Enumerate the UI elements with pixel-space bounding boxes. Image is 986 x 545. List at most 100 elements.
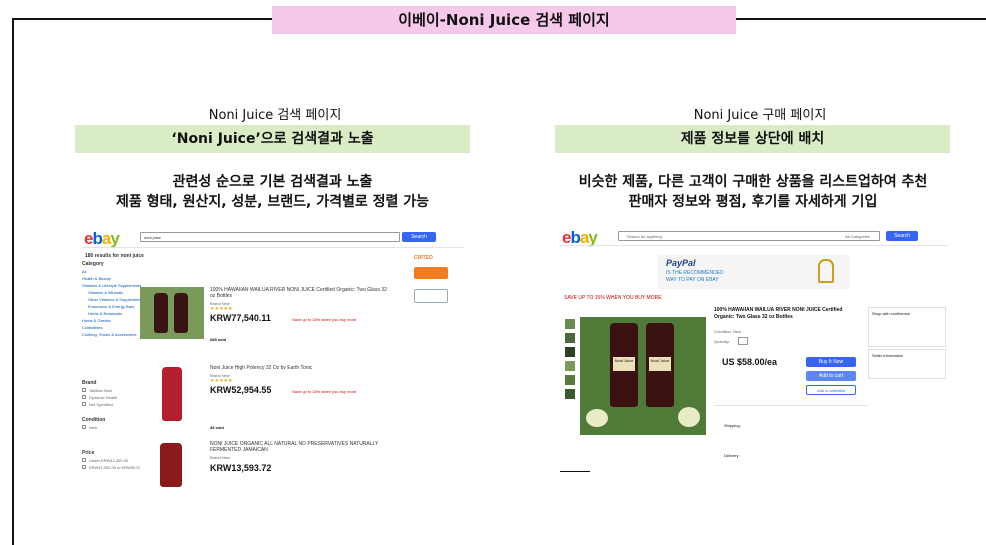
search-input[interactable]: noni juice xyxy=(140,232,400,242)
search-results-screenshot: ebay noni juice Search 180 results for n… xyxy=(82,225,464,487)
left-description: 관련성 순으로 기본 검색결과 노출 제품 형태, 원산지, 성분, 브랜드, … xyxy=(75,172,470,212)
product-price: US $58.00/ea xyxy=(722,357,778,367)
price-checkbox-1[interactable] xyxy=(82,458,86,462)
quantity-label: Quantity: xyxy=(714,339,731,344)
right-description: 비슷한 제품, 다른 고객이 구매한 상품을 리스트업하여 추천 판매자 정보와… xyxy=(548,172,958,212)
watchlist-button[interactable]: Add to watchlist xyxy=(806,385,856,395)
info-divider xyxy=(714,405,868,406)
result-1-stars: ★★★★★ xyxy=(210,306,233,312)
result-2-stars: ★★★★★ xyxy=(210,378,233,384)
sidebar-category-item[interactable]: Clothing, Shoes & Accessories xyxy=(82,332,136,337)
search-button[interactable]: Search xyxy=(886,231,918,241)
condition-checkbox-1[interactable] xyxy=(82,425,86,429)
promo-banner: SAVE UP TO 15% WHEN YOU BUY MORE xyxy=(564,295,662,301)
sidebar-category-item[interactable]: Home & Garden xyxy=(82,318,111,323)
results-count: 180 results for noni juice xyxy=(85,253,144,259)
sidebar-brand-title: Brand xyxy=(82,380,97,386)
result-3-image[interactable] xyxy=(140,439,204,487)
price-checkbox-2[interactable] xyxy=(82,465,86,469)
sidebar-category-item[interactable]: Other Vitamins & Supplements xyxy=(88,297,143,302)
sidebar-category-item[interactable]: All xyxy=(82,269,86,274)
frame-left-border xyxy=(12,18,14,545)
sidebar-condition-title: Condition xyxy=(82,417,106,423)
product-title: 100% HAWAIIAN WAILUA RIVER NONI JUICE Ce… xyxy=(714,307,843,320)
sidebar-category-title: Category xyxy=(82,261,104,267)
left-heading: Noni Juice 검색 페이지 xyxy=(208,108,342,123)
result-1-promo: Save up to 15% when you buy more xyxy=(292,317,357,322)
right-green-bar: 제품 정보를 상단에 배치 xyxy=(555,125,950,153)
bottle-icon xyxy=(174,293,188,333)
criteo-ad-box[interactable] xyxy=(414,289,448,303)
sidebar-category-item[interactable]: Vitamins & Minerals xyxy=(88,290,123,295)
result-1-price: KRW77,540.11 xyxy=(210,313,271,323)
result-3-price: KRW13,593.72 xyxy=(210,463,272,473)
noni-fruit xyxy=(586,409,608,427)
right-desc-line-2: 판매자 정보와 평점, 후기를 자세하게 기입 xyxy=(628,194,878,210)
sidebar-category-item[interactable]: Vitamins & Lifestyle Supplements xyxy=(82,283,141,288)
result-2-promo: Save up to 15% when you buy more xyxy=(292,389,357,394)
result-2-title[interactable]: Noni Juice High Potency 32 Oz by Earth T… xyxy=(210,365,390,371)
brand-checkbox-2[interactable] xyxy=(82,395,86,399)
bottle-label-2: Noni Juice xyxy=(649,357,671,371)
brand-checkbox-3[interactable] xyxy=(82,402,86,406)
result-2-image[interactable] xyxy=(140,365,204,423)
lock-icon xyxy=(818,259,834,283)
bottle-icon xyxy=(154,293,168,333)
category-select[interactable]: All Categories xyxy=(845,234,870,239)
page-title: 이베이-Noni Juice 검색 페이지 xyxy=(272,6,736,34)
result-1-title[interactable]: 100% HAWAIIAN WAILUA RIVER NONI JUICE Ce… xyxy=(210,287,390,299)
confidence-title: Shop with confidence xyxy=(872,311,911,316)
bottle-label-1: Noni Juice xyxy=(613,357,635,371)
left-desc-line-2: 제품 형태, 원산지, 성분, 브랜드, 가격별로 정렬 가능 xyxy=(116,194,429,210)
seller-info-title: Seller information xyxy=(872,353,904,358)
ebay-logo[interactable]: ebay xyxy=(84,229,120,249)
brand-checkbox-1[interactable] xyxy=(82,388,86,392)
header-divider xyxy=(560,245,948,246)
paypal-line-2: WAY TO PAY ON EBAY xyxy=(666,277,719,283)
seller-panel: Seller information xyxy=(868,349,946,379)
thumbnail-strip[interactable] xyxy=(565,319,575,439)
brand-option-2[interactable]: Dynamic Health xyxy=(89,395,117,400)
sidebar-price-title: Price xyxy=(82,450,95,456)
right-heading: Noni Juice 구매 페이지 xyxy=(693,108,827,123)
confidence-panel: Shop with confidence xyxy=(868,307,946,347)
product-page-screenshot: ebay Search for anything All Categories … xyxy=(560,225,948,475)
search-input[interactable]: Search for anything All Categories xyxy=(618,231,880,241)
result-1-image[interactable] xyxy=(140,287,204,339)
brand-option-1[interactable]: Tahitian Noni xyxy=(89,388,112,393)
left-green-bar: ‘Noni Juice’으로 검색결과 노출 xyxy=(75,125,470,153)
delivery-label: Delivery: xyxy=(724,453,740,458)
condition-option-1[interactable]: New xyxy=(89,425,97,430)
result-1-sold: 685 sold xyxy=(210,337,227,342)
bottle-icon xyxy=(160,443,182,487)
add-to-cart-button[interactable]: Add to cart xyxy=(806,371,856,381)
sidebar-category-item[interactable]: Endurance & Energy Bars xyxy=(88,304,134,309)
result-2-sold: 38 sold xyxy=(210,425,224,430)
criteo-ad-button[interactable] xyxy=(414,267,448,279)
shipping-label: Shipping: xyxy=(724,423,741,428)
brand-option-3[interactable]: Not Specified xyxy=(89,402,113,407)
paypal-banner[interactable]: PayPal IS THE RECOMMENDED WAY TO PAY ON … xyxy=(658,255,850,289)
buy-now-button[interactable]: Buy It Now xyxy=(806,357,856,367)
left-desc-line-1: 관련성 순으로 기본 검색결과 노출 xyxy=(172,174,373,190)
sidebar-category-item[interactable]: Health & Beauty xyxy=(82,276,111,281)
bottle-icon xyxy=(162,367,182,421)
result-3-title[interactable]: NONI JUICE ORGANIC ALL NATURAL NO PRESER… xyxy=(210,441,400,453)
quantity-input[interactable] xyxy=(738,337,748,345)
price-option-1[interactable]: Under KRW42,300.00 xyxy=(89,458,128,463)
paypal-line-1: IS THE RECOMMENDED xyxy=(666,270,724,276)
result-3-condition: Brand New xyxy=(210,455,230,460)
search-input-value: noni juice xyxy=(144,235,161,240)
search-placeholder: Search for anything xyxy=(627,234,662,239)
sidebar-category-item[interactable]: Collectibles xyxy=(82,325,102,330)
paypal-logo: PayPal xyxy=(666,258,696,268)
search-button[interactable]: Search xyxy=(402,232,436,242)
header-divider xyxy=(82,247,464,248)
criteo-label: CRITEO xyxy=(414,255,433,261)
right-desc-line-1: 비슷한 제품, 다른 고객이 구매한 상품을 리스트업하여 추천 xyxy=(578,174,928,190)
result-2-price: KRW52,954.55 xyxy=(210,385,272,395)
main-product-image[interactable]: Noni Juice Noni Juice xyxy=(580,317,706,435)
noni-fruit xyxy=(678,407,700,427)
footer-line xyxy=(560,471,590,472)
sidebar-category-item[interactable]: Herbs & Botanicals xyxy=(88,311,122,316)
